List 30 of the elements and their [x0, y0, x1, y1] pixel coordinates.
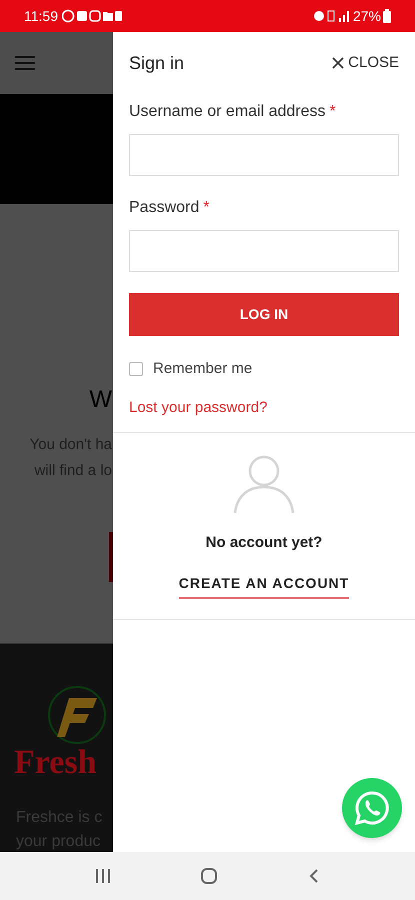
log-in-button[interactable]: LOG IN	[129, 293, 399, 336]
back-icon[interactable]	[308, 868, 320, 884]
field-label: Password	[129, 198, 200, 218]
input-field[interactable]	[129, 230, 399, 272]
required-mark: *	[330, 102, 336, 122]
logo-text: Fresh	[14, 746, 96, 780]
status-time: 11:59	[24, 6, 58, 26]
field-label: Username or email address	[129, 102, 326, 122]
close-icon	[332, 57, 344, 69]
remember-checkbox[interactable]	[129, 362, 143, 376]
user-icon	[233, 453, 295, 515]
close-button[interactable]: CLOSE	[332, 52, 399, 74]
system-icons	[312, 9, 351, 23]
battery-icon	[383, 9, 391, 23]
button-edge[interactable]	[109, 532, 113, 582]
drawer-title: Sign in	[129, 52, 184, 75]
logo-icon	[47, 684, 107, 746]
recent-apps-icon[interactable]	[94, 869, 111, 883]
chat-bubble-icon	[354, 790, 390, 826]
required-mark: *	[203, 198, 210, 218]
no-account-text: No account yet?	[206, 533, 322, 553]
remember-label: Remember me	[153, 359, 252, 379]
battery-percent: 27%	[352, 6, 381, 26]
input-field[interactable]	[129, 134, 399, 176]
notification-icons	[62, 9, 122, 23]
create-account-link[interactable]: CREATE AN ACCOUNT	[178, 572, 350, 598]
menu-icon[interactable]	[15, 55, 35, 71]
home-icon[interactable]	[200, 867, 218, 885]
section-heading: W	[89, 385, 112, 415]
lost-password-link[interactable]: Lost your password?	[129, 396, 399, 419]
